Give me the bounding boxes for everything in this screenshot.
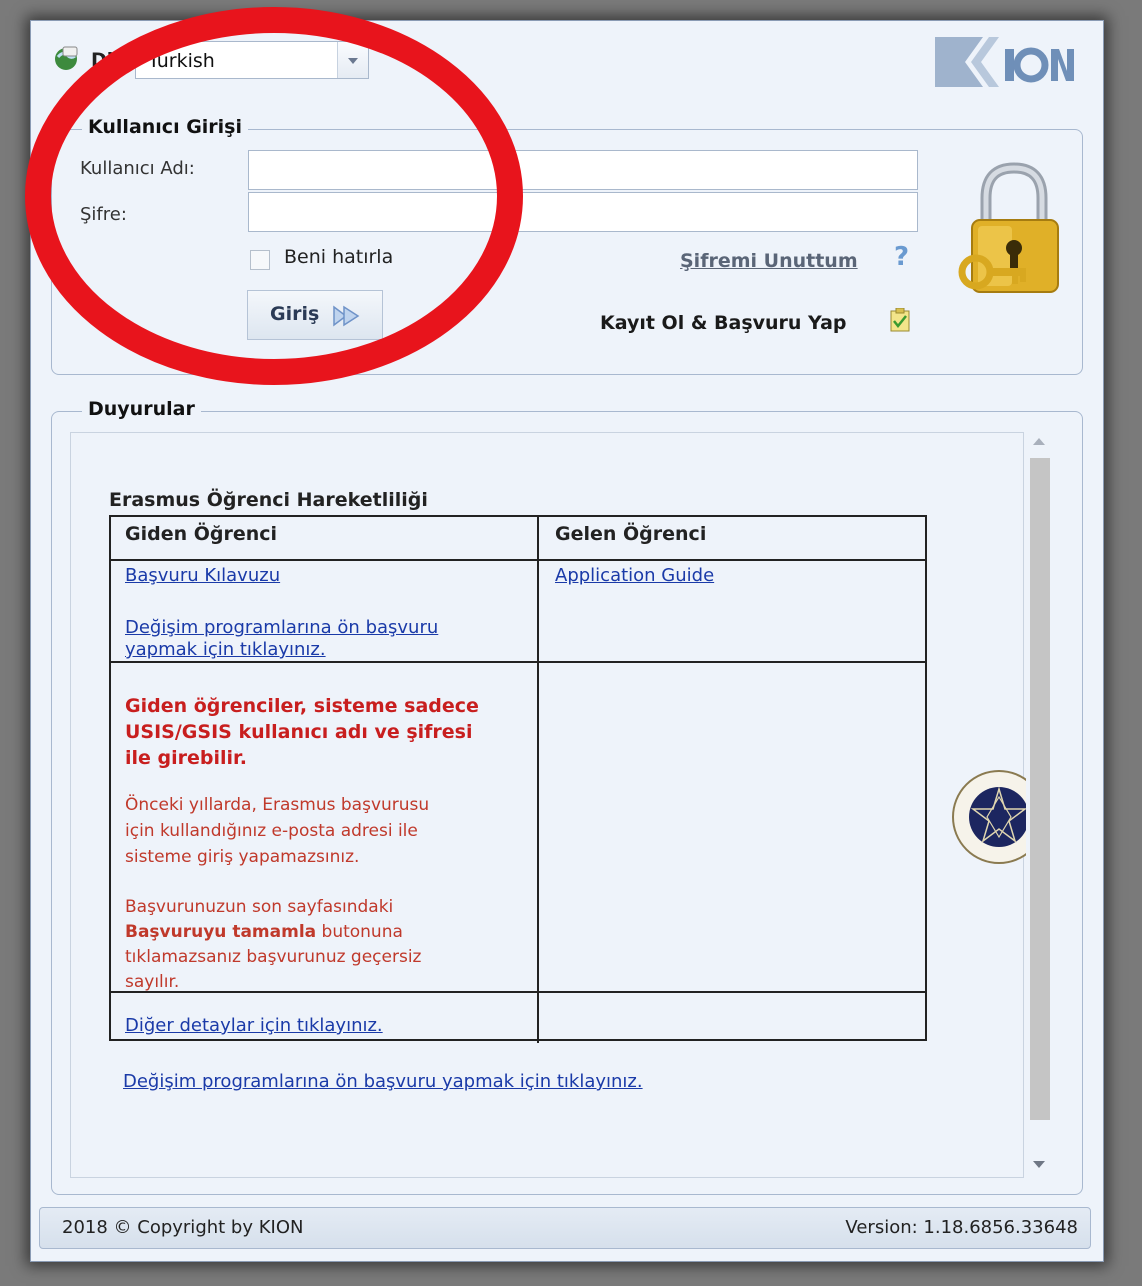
note2-line2: Başvuruyu tamamla butonuna xyxy=(125,920,403,945)
warning-text-line3: ile girebilir. xyxy=(125,747,247,769)
login-button[interactable]: Giriş xyxy=(247,290,383,340)
warning-text-line1: Giden öğrenciler, sisteme sadece xyxy=(125,695,479,717)
scroll-up-icon[interactable] xyxy=(1033,438,1045,445)
chevron-down-icon[interactable] xyxy=(337,42,368,78)
note1-line1: Önceki yıllarda, Erasmus başvurusu xyxy=(125,795,430,815)
help-icon[interactable]: ? xyxy=(894,242,909,272)
arrow-right-icon xyxy=(333,305,360,327)
note2-bold-text: Başvuruyu tamamla xyxy=(125,922,317,942)
status-footer: 2018 © Copyright by KION Version: 1.18.6… xyxy=(39,1207,1091,1249)
login-window: Dil: Turkish Kullanıcı Girişi Kullanıcı … xyxy=(30,20,1104,1262)
password-label: Şifre: xyxy=(80,204,127,225)
login-section: Kullanıcı Girişi Kullanıcı Adı: Şifre: B… xyxy=(51,116,1083,375)
outgoing-apply-link-line2[interactable]: yapmak için tıklayınız. xyxy=(125,637,326,663)
footer-apply-link[interactable]: Değişim programlarına ön başvuru yapmak … xyxy=(123,1069,643,1095)
table-divider xyxy=(111,559,927,561)
language-label: Dil: xyxy=(91,49,128,71)
announcements-content: Erasmus Öğrenci Hareketliliği Giden Öğre… xyxy=(70,432,1046,1178)
scroll-thumb[interactable] xyxy=(1030,458,1050,1120)
outgoing-guide-link[interactable]: Başvuru Kılavuzu xyxy=(125,563,280,589)
username-label: Kullanıcı Adı: xyxy=(80,158,195,179)
col-outgoing-header: Giden Öğrenci xyxy=(125,523,278,545)
note1-line2: için kullandığınız e-posta adresi ile xyxy=(125,821,418,841)
register-apply-link[interactable]: Kayıt Ol & Başvuru Yap xyxy=(600,312,847,334)
note2-line3: tıklamazsanız başvurunuz geçersiz xyxy=(125,947,422,967)
announcement-title: Erasmus Öğrenci Hareketliliği xyxy=(109,489,428,511)
details-link[interactable]: Diğer detaylar için tıklayınız. xyxy=(125,1013,383,1039)
announcements-legend: Duyurular xyxy=(82,398,201,420)
kion-logo xyxy=(935,37,1074,87)
table-divider xyxy=(111,991,927,993)
password-input[interactable] xyxy=(248,192,918,232)
table-divider xyxy=(537,517,539,1043)
login-legend: Kullanıcı Girişi xyxy=(82,116,249,138)
announcements-section: Duyurular Erasmus Öğrenci Hareketliliği … xyxy=(51,398,1083,1195)
username-input[interactable] xyxy=(248,150,918,190)
forgot-password-link[interactable]: Şifremi Unuttum xyxy=(680,250,858,272)
language-selected-value: Turkish xyxy=(148,50,215,72)
login-button-label: Giriş xyxy=(270,303,320,325)
globe-icon xyxy=(55,46,78,70)
lock-key-icon xyxy=(958,162,1059,293)
warning-text-line2: USIS/GSIS kullanıcı adı ve şifresi xyxy=(125,721,473,743)
note2-line2-rest: butonuna xyxy=(316,922,403,942)
note2-line4: sayılır. xyxy=(125,972,180,992)
note1-line3: sisteme giriş yapamazsınız. xyxy=(125,847,360,867)
incoming-guide-link[interactable]: Application Guide xyxy=(555,563,714,589)
clipboard-check-icon[interactable] xyxy=(890,308,910,332)
version-text: Version: 1.18.6856.33648 xyxy=(845,1217,1078,1238)
note2-line1: Başvurunuzun son sayfasındaki xyxy=(125,897,394,917)
vertical-scrollbar[interactable] xyxy=(1026,432,1052,1178)
remember-me-label[interactable]: Beni hatırla xyxy=(284,246,393,268)
language-select[interactable]: Turkish xyxy=(135,41,369,79)
erasmus-table: Giden Öğrenci Gelen Öğrenci Başvuru Kıla… xyxy=(109,515,927,1043)
copyright-text: 2018 © Copyright by KION xyxy=(62,1217,304,1238)
col-incoming-header: Gelen Öğrenci xyxy=(555,523,707,545)
remember-me-checkbox[interactable] xyxy=(250,250,270,270)
scroll-down-icon[interactable] xyxy=(1033,1161,1045,1168)
